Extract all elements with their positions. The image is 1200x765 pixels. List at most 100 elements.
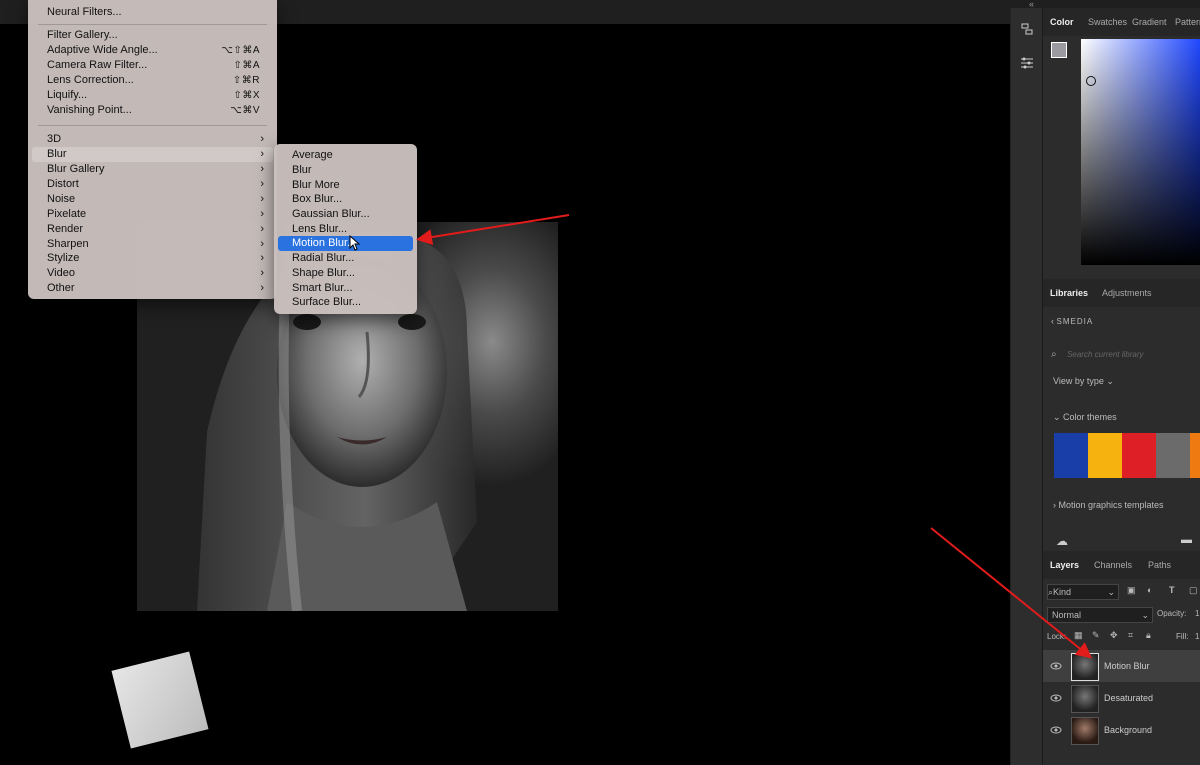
submenu-item-blur[interactable]: Blur [278, 163, 413, 178]
color-picker-handle[interactable] [1086, 76, 1096, 86]
submenu-item-gaussian-blur[interactable]: Gaussian Blur... [278, 207, 413, 222]
visibility-eye-icon[interactable] [1050, 692, 1062, 704]
menu-item-adaptive-wide-angle[interactable]: Adaptive Wide Angle... ⌥⇧⌘A [28, 43, 277, 58]
submenu-item-motion-blur[interactable]: Motion Blur... [278, 236, 413, 251]
menu-item-label: Other [47, 282, 75, 294]
folder-icon[interactable]: ▬ [1181, 534, 1192, 546]
motion-templates-toggle[interactable]: › Motion graphics templates [1053, 500, 1164, 510]
submenu-item-surface-blur[interactable]: Surface Blur... [278, 295, 413, 310]
lock-all-icon[interactable]: 🔒︎ [1146, 630, 1151, 641]
submenu-item-smart-blur[interactable]: Smart Blur... [278, 281, 413, 296]
menu-item-neural-filters[interactable]: Neural Filters... [28, 5, 277, 20]
tab-libraries[interactable]: Libraries [1050, 279, 1088, 307]
menu-item-other[interactable]: Other › [28, 281, 277, 296]
menu-item-blur-gallery[interactable]: Blur Gallery › [28, 162, 277, 177]
tab-swatches[interactable]: Swatches [1088, 8, 1127, 36]
theme-swatch[interactable] [1156, 433, 1190, 478]
tab-color[interactable]: Color [1050, 8, 1074, 36]
menu-item-label: Blur Gallery [47, 163, 105, 175]
menu-item-filter-gallery[interactable]: Filter Gallery... [28, 28, 277, 43]
menu-item-distort[interactable]: Distort › [28, 177, 277, 192]
lock-artboard-icon[interactable]: ⌗ [1128, 630, 1133, 641]
chevron-right-icon: › [260, 282, 264, 294]
theme-swatch[interactable] [1088, 433, 1122, 478]
library-back-link[interactable]: ‹ SMEDIA [1051, 316, 1093, 326]
image-filter-icon[interactable]: ▣ [1127, 585, 1136, 596]
layer-row-desaturated[interactable]: Desaturated [1043, 682, 1200, 714]
properties-sliders-icon[interactable] [1020, 56, 1034, 70]
menu-item-vanishing-point[interactable]: Vanishing Point... ⌥⌘V [28, 103, 277, 118]
opacity-value[interactable]: 1( [1195, 609, 1200, 618]
menu-item-render[interactable]: Render › [28, 222, 277, 237]
menu-item-label: Pixelate [47, 208, 87, 220]
tab-channels[interactable]: Channels [1094, 551, 1132, 579]
layer-kind-filter[interactable]: ⌕Kind ⌄ [1047, 584, 1119, 600]
menu-item-camera-raw-filter[interactable]: Camera Raw Filter... ⇧⌘A [28, 58, 277, 73]
layer-name: Motion Blur [1104, 661, 1150, 671]
tab-gradient[interactable]: Gradient [1132, 8, 1167, 36]
submenu-item-blur-more[interactable]: Blur More [278, 178, 413, 193]
chevron-down-icon: ⌄ [1141, 610, 1149, 620]
menu-item-lens-correction[interactable]: Lens Correction... ⇧⌘R [28, 73, 277, 88]
layer-row-background[interactable]: Background [1043, 714, 1200, 746]
lock-move-icon[interactable]: ✥ [1110, 630, 1118, 641]
chevron-right-icon: › [260, 252, 264, 264]
menu-item-noise[interactable]: Noise › [28, 192, 277, 207]
shortcut-label: ⇧⌘R [232, 75, 260, 86]
cloud-icon[interactable]: ☁ [1056, 534, 1068, 548]
collapse-panels-icon[interactable]: « [1029, 0, 1034, 9]
visibility-eye-icon[interactable] [1050, 660, 1062, 672]
menu-item-stylize[interactable]: Stylize › [28, 251, 277, 266]
lock-transparent-icon[interactable]: ▦ [1074, 630, 1083, 641]
submenu-item-box-blur[interactable]: Box Blur... [278, 192, 413, 207]
theme-swatch[interactable] [1122, 433, 1156, 478]
type-filter-icon[interactable]: T [1169, 585, 1175, 595]
menu-item-blur[interactable]: Blur › [32, 147, 273, 162]
menu-item-pixelate[interactable]: Pixelate › [28, 207, 277, 222]
submenu-item-average[interactable]: Average [278, 148, 413, 163]
foreground-color-swatch[interactable] [1051, 42, 1067, 58]
menu-item-label: Noise [47, 193, 76, 205]
panel-toolstrip [1010, 8, 1043, 765]
blend-mode-select[interactable]: Normal ⌄ [1047, 607, 1153, 623]
visibility-eye-icon[interactable] [1050, 724, 1062, 736]
fill-value[interactable]: 1( [1195, 632, 1200, 641]
history-icon[interactable] [1020, 22, 1034, 36]
menu-item-sharpen[interactable]: Sharpen › [28, 237, 277, 252]
submenu-item-lens-blur[interactable]: Lens Blur... [278, 222, 413, 237]
chevron-down-icon: ⌄ [1106, 376, 1114, 386]
chevron-right-icon: › [260, 267, 264, 279]
menu-item-label: Render [47, 223, 84, 235]
tab-adjustments[interactable]: Adjustments [1102, 279, 1152, 307]
chevron-right-icon: › [260, 163, 264, 175]
menu-item-label: Blur [47, 148, 67, 160]
menu-item-3d[interactable]: 3D › [28, 132, 277, 147]
tab-patterns[interactable]: Patterns [1175, 8, 1200, 36]
menu-item-video[interactable]: Video › [28, 266, 277, 281]
tab-layers[interactable]: Layers [1050, 551, 1079, 579]
submenu-item-radial-blur[interactable]: Radial Blur... [278, 251, 413, 266]
menu-item-liquify[interactable]: Liquify... ⇧⌘X [28, 88, 277, 103]
layer-row-motion-blur[interactable]: Motion Blur [1043, 650, 1200, 682]
theme-swatch[interactable] [1190, 433, 1200, 478]
submenu-item-shape-blur[interactable]: Shape Blur... [278, 266, 413, 281]
view-by-dropdown[interactable]: View by type ⌄ [1053, 376, 1114, 387]
library-search-field[interactable]: ⌕ Search current library [1051, 344, 1200, 360]
color-picker-field[interactable] [1081, 39, 1200, 265]
layer-thumbnail [1071, 653, 1099, 681]
menu-item-label: Distort [47, 178, 79, 190]
menu-item-label: Filter Gallery... [47, 29, 118, 41]
menu-separator [38, 24, 267, 25]
shape-filter-icon[interactable]: ▢ [1189, 585, 1198, 596]
adjustment-filter-icon[interactable]: ◐ [1147, 585, 1152, 595]
theme-swatch[interactable] [1054, 433, 1088, 478]
lock-paint-icon[interactable]: ✎ [1092, 630, 1100, 641]
motion-templates-label: Motion graphics templates [1058, 500, 1164, 510]
chevron-right-icon: › [260, 208, 264, 220]
menu-item-label: Sharpen [47, 238, 89, 250]
chevron-down-icon: ⌄ [1107, 587, 1115, 597]
color-themes-toggle[interactable]: ⌄ Color themes [1053, 412, 1117, 423]
chevron-right-icon: › [260, 193, 264, 205]
tab-paths[interactable]: Paths [1148, 551, 1171, 579]
shortcut-label: ⇧⌘A [233, 60, 260, 71]
